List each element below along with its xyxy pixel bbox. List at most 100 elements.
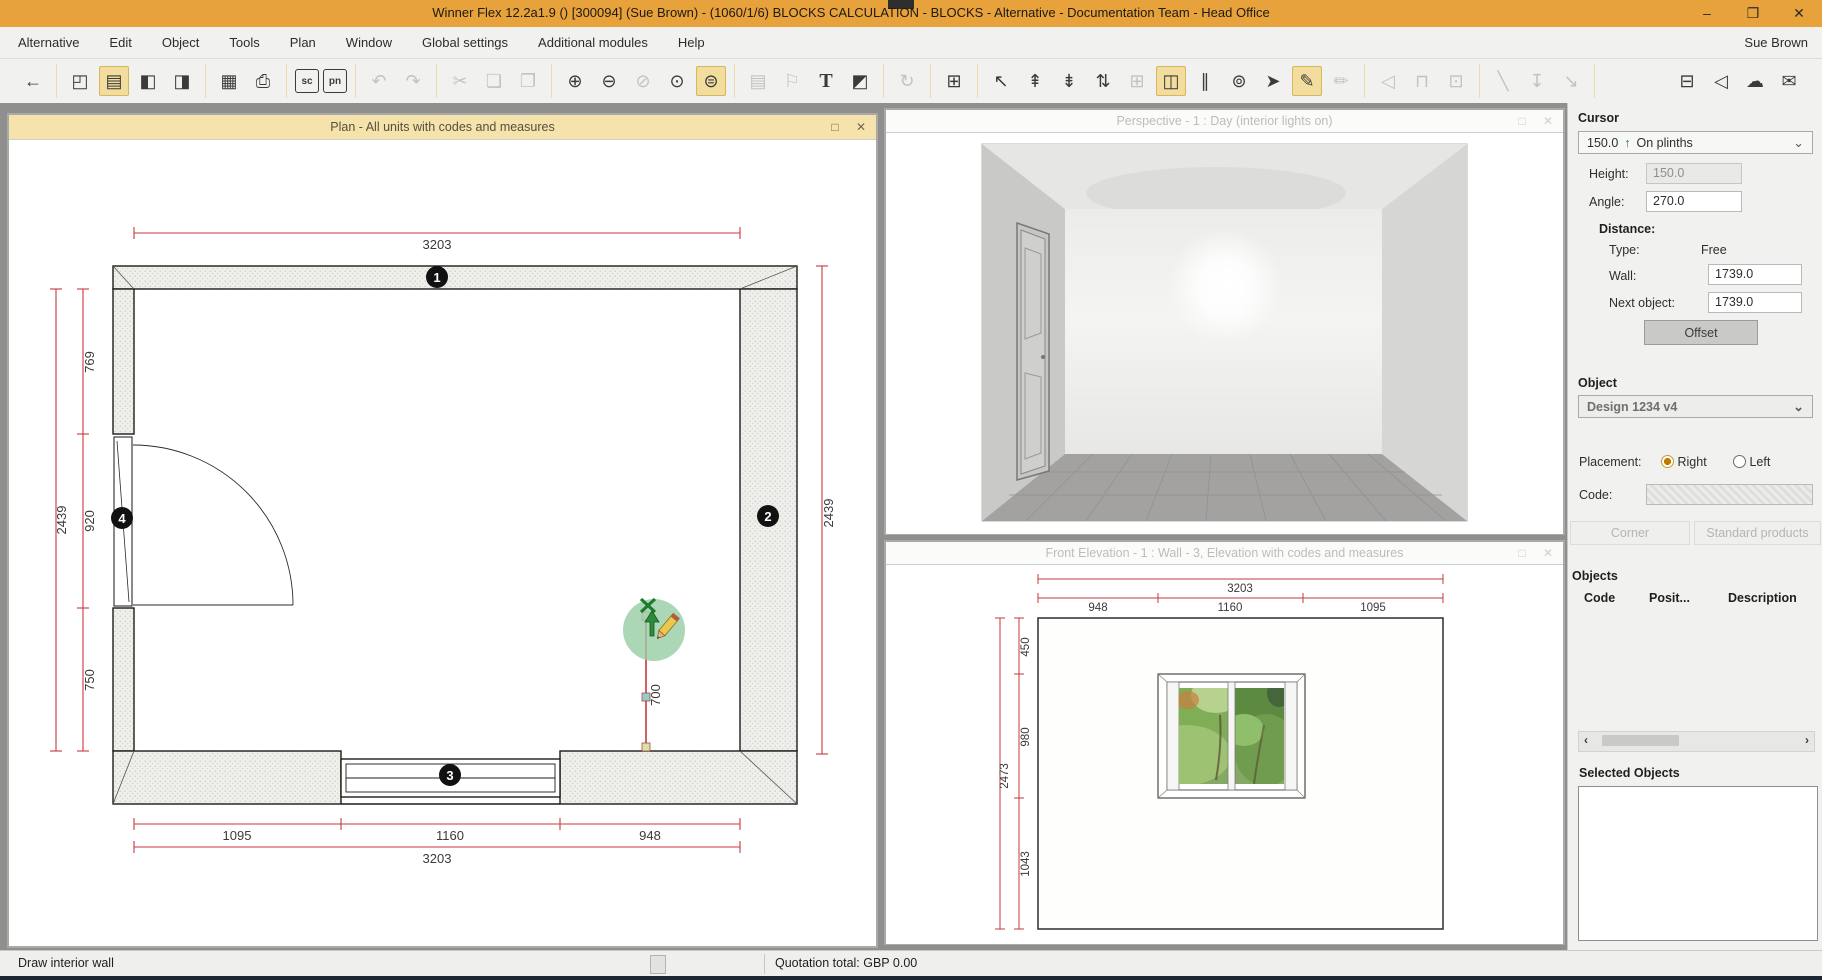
select-pointer-icon[interactable]: ↖	[986, 66, 1016, 96]
folder-icon[interactable]: ⊟	[1672, 66, 1702, 96]
menu-item-alternative[interactable]: Alternative	[18, 35, 79, 50]
pn-document-icon[interactable]: pn	[323, 69, 347, 93]
objects-col-position[interactable]: Posit...	[1649, 591, 1690, 605]
standard-products-button[interactable]: Standard products	[1694, 521, 1821, 545]
wall-left-upper[interactable]	[113, 289, 134, 434]
height-field[interactable]: 150.0	[1646, 163, 1742, 184]
objects-col-code[interactable]: Code	[1584, 591, 1615, 605]
elevation-window-unit[interactable]	[1141, 674, 1305, 798]
wall-distance-field[interactable]: 1739.0	[1708, 264, 1802, 285]
menu-item-edit[interactable]: Edit	[109, 35, 131, 50]
menu-item-global-settings[interactable]: Global settings	[422, 35, 508, 50]
wall-top[interactable]	[113, 266, 797, 289]
elevation-canvas[interactable]: 3203 948 1160 1095 2473 450 980 1043	[886, 565, 1563, 944]
corner-button[interactable]: Corner	[1570, 521, 1690, 545]
copy-icon: ❏	[479, 66, 509, 96]
menu-item-additional-modules[interactable]: Additional modules	[538, 35, 648, 50]
objects-col-description[interactable]: Description	[1728, 591, 1797, 605]
plan-close-icon[interactable]: ✕	[848, 115, 874, 139]
perspective-window[interactable]: Perspective - 1 : Day (interior lights o…	[884, 108, 1565, 535]
colour-fill-icon[interactable]: ◩	[845, 66, 875, 96]
scrollbar-thumb[interactable]	[1602, 735, 1679, 746]
print-icon[interactable]: ⎙	[248, 66, 278, 96]
zoom-in-icon[interactable]: ⊕	[560, 66, 590, 96]
elevation-maximize-icon[interactable]: □	[1509, 542, 1535, 564]
angle-field[interactable]: 270.0	[1646, 191, 1742, 212]
perspective-maximize-icon[interactable]: □	[1509, 110, 1535, 132]
elev-dim-1095: 1095	[1360, 602, 1386, 614]
measure-tape-icon[interactable]: ⊚	[1224, 66, 1254, 96]
zoom-out-icon[interactable]: ⊖	[594, 66, 624, 96]
menu-item-help[interactable]: Help	[678, 35, 705, 50]
megaphone-icon[interactable]: ◁	[1706, 66, 1736, 96]
wall-left-lower[interactable]	[113, 608, 134, 751]
perspective-close-icon[interactable]: ✕	[1535, 110, 1561, 132]
wall-direction-icon[interactable]: ◫	[1156, 66, 1186, 96]
wall-marker-3[interactable]: 3	[446, 768, 453, 783]
plan-window-titlebar[interactable]: Plan - All units with codes and measures…	[9, 115, 876, 140]
code-field[interactable]	[1646, 484, 1813, 505]
wall-marker-4[interactable]: 4	[118, 511, 126, 526]
elev-dim-top-total: 3203	[1227, 583, 1253, 595]
save-icon[interactable]: ▦	[214, 66, 244, 96]
plan-elevation-view-icon[interactable]: ◧	[133, 66, 163, 96]
plan-view-icon[interactable]: ◰	[65, 66, 95, 96]
perspective-window-titlebar[interactable]: Perspective - 1 : Day (interior lights o…	[886, 110, 1563, 133]
elevation-view-icon[interactable]: ▤	[99, 66, 129, 96]
menu-item-window[interactable]: Window	[346, 35, 392, 50]
plan-door[interactable]	[114, 437, 293, 606]
scroll-left-icon[interactable]: ‹	[1584, 733, 1588, 747]
back-icon[interactable]: ←	[18, 66, 48, 96]
wall-snap-free-icon[interactable]: ⇅	[1088, 66, 1118, 96]
menu-item-plan[interactable]: Plan	[290, 35, 316, 50]
cloud-chat-icon[interactable]: ☁	[1740, 66, 1770, 96]
sc-document-icon[interactable]: sc	[295, 69, 319, 93]
wall-snap-start-icon[interactable]: ⇞	[1020, 66, 1050, 96]
wall-bottom-left[interactable]	[113, 751, 341, 804]
wall-snap-mid-icon[interactable]: ⇟	[1054, 66, 1084, 96]
elevation-window[interactable]: Front Elevation - 1 : Wall - 3, Elevatio…	[884, 540, 1565, 945]
next-object-field[interactable]: 1739.0	[1708, 292, 1802, 313]
elev-dim-1043: 1043	[1020, 851, 1032, 877]
minimize-button[interactable]: –	[1684, 0, 1730, 27]
perspective-canvas[interactable]	[886, 133, 1563, 534]
scroll-right-icon[interactable]: ›	[1805, 733, 1809, 747]
radio-right-icon[interactable]	[1661, 455, 1674, 468]
text-icon[interactable]: T	[811, 66, 841, 96]
selected-objects-heading: Selected Objects	[1579, 766, 1680, 780]
dim-draw-length: 700	[648, 684, 663, 706]
perspective-view-icon[interactable]: ◨	[167, 66, 197, 96]
cursor-mode-select[interactable]: 150.0 ↑ On plinths ⌄	[1578, 131, 1813, 154]
zoom-extents-icon[interactable]: ⊜	[696, 66, 726, 96]
selected-objects-box[interactable]	[1578, 786, 1818, 941]
objects-table-body[interactable]	[1578, 609, 1813, 727]
placement-right-option[interactable]: Right	[1661, 455, 1707, 469]
objects-h-scrollbar[interactable]: ‹ ›	[1578, 731, 1815, 752]
plan-canvas[interactable]: 3203 2439 769 920 750 2439 1095 1160 948…	[9, 140, 876, 946]
status-grip[interactable]	[650, 955, 666, 974]
up-arrow-icon: ↑	[1624, 136, 1630, 150]
wall-marker-1[interactable]: 1	[433, 270, 440, 285]
object-select[interactable]: Design 1234 v4 ⌄	[1578, 395, 1813, 418]
wall-bottom-right[interactable]	[560, 751, 797, 804]
offset-button[interactable]: Offset	[1644, 320, 1758, 345]
menu-item-tools[interactable]: Tools	[229, 35, 259, 50]
dim-seg-920: 920	[82, 510, 97, 532]
draw-cursor[interactable]	[623, 599, 685, 661]
wall-marker-2[interactable]: 2	[764, 509, 771, 524]
menu-item-object[interactable]: Object	[162, 35, 200, 50]
plan-maximize-icon[interactable]: □	[822, 115, 848, 139]
elevation-close-icon[interactable]: ✕	[1535, 542, 1561, 564]
plan-window[interactable]: Plan - All units with codes and measures…	[7, 113, 878, 948]
maximize-button[interactable]: ❐	[1730, 0, 1776, 27]
pointer-black-icon[interactable]: ➤	[1258, 66, 1288, 96]
mail-icon[interactable]: ✉	[1774, 66, 1804, 96]
close-button[interactable]: ✕	[1776, 0, 1822, 27]
zoom-objects-icon[interactable]: ⊙	[662, 66, 692, 96]
parallel-walls-icon[interactable]: ∥	[1190, 66, 1220, 96]
radio-left-icon[interactable]	[1733, 455, 1746, 468]
placement-left-option[interactable]: Left	[1733, 455, 1770, 469]
draw-wall-pencil-icon[interactable]: ✎	[1292, 66, 1322, 96]
calculator-icon[interactable]: ⊞	[939, 66, 969, 96]
elevation-window-titlebar[interactable]: Front Elevation - 1 : Wall - 3, Elevatio…	[886, 542, 1563, 565]
